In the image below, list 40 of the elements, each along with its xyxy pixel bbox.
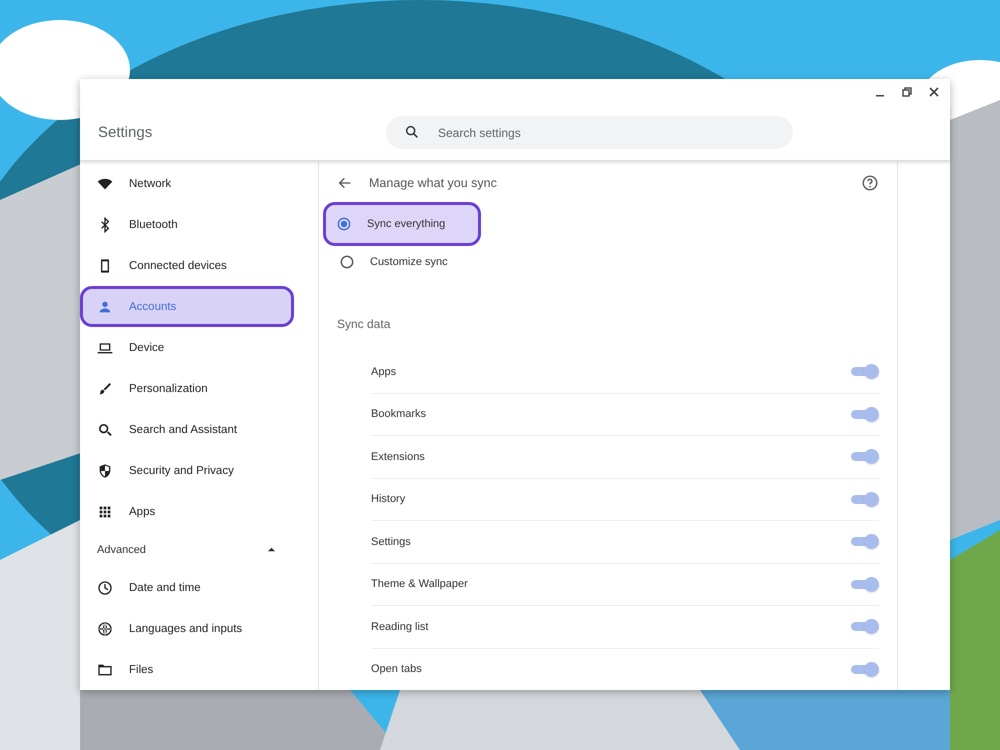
close-icon[interactable] bbox=[928, 86, 940, 98]
sidebar-item[interactable]: Files bbox=[80, 649, 318, 690]
sidebar-item[interactable]: Personalization bbox=[80, 368, 318, 409]
sync-item-label: Open tabs bbox=[371, 663, 422, 676]
search-icon bbox=[404, 124, 420, 140]
shield-icon bbox=[97, 462, 113, 478]
sidebar-item[interactable]: Search and Assistant bbox=[80, 409, 318, 450]
restore-icon[interactable] bbox=[901, 86, 913, 98]
sync-item-label: Settings bbox=[371, 536, 411, 548]
sync-item-label: Bookmarks bbox=[371, 408, 426, 420]
radio-button[interactable] bbox=[337, 216, 351, 231]
section-header: Sync data bbox=[337, 317, 392, 334]
sync-item-label: Extensions bbox=[371, 450, 425, 463]
folder-icon bbox=[97, 662, 113, 678]
brush-icon bbox=[97, 380, 113, 396]
sync-item-label: Apps bbox=[371, 366, 396, 378]
sync-item-label: Reading list bbox=[371, 620, 428, 633]
caret-icon[interactable] bbox=[267, 545, 276, 554]
clock-icon bbox=[97, 580, 113, 596]
search-field[interactable]: Search settings bbox=[386, 116, 793, 149]
sidebar-item[interactable]: Device bbox=[80, 327, 318, 368]
sync-item-label: Theme & Wallpaper bbox=[371, 578, 468, 590]
sidebar-item[interactable]: Date and time bbox=[80, 567, 318, 608]
window-title: Settings bbox=[97, 124, 154, 141]
grid-icon bbox=[97, 504, 113, 520]
help-icon[interactable] bbox=[861, 174, 879, 192]
globe-icon bbox=[97, 620, 113, 636]
radio-button[interactable] bbox=[340, 255, 354, 270]
sidebar-item[interactable]: Network bbox=[80, 163, 318, 204]
radio-option[interactable]: Sync everything bbox=[323, 202, 481, 246]
sidebar-item[interactable]: Apps bbox=[80, 491, 318, 532]
person-icon bbox=[97, 298, 113, 314]
search-icon bbox=[97, 422, 113, 438]
sync-item-label: History bbox=[371, 493, 406, 506]
sidebar-item[interactable]: Bluetooth bbox=[80, 204, 318, 245]
page-title: Manage what you sync bbox=[369, 176, 498, 190]
sidebar-item[interactable]: Languages and inputs bbox=[80, 608, 318, 649]
sidebar-item[interactable]: Security and Privacy bbox=[80, 450, 318, 491]
section-header: Advanced bbox=[97, 544, 146, 556]
sidebar-item[interactable]: Connected devices bbox=[80, 245, 318, 286]
